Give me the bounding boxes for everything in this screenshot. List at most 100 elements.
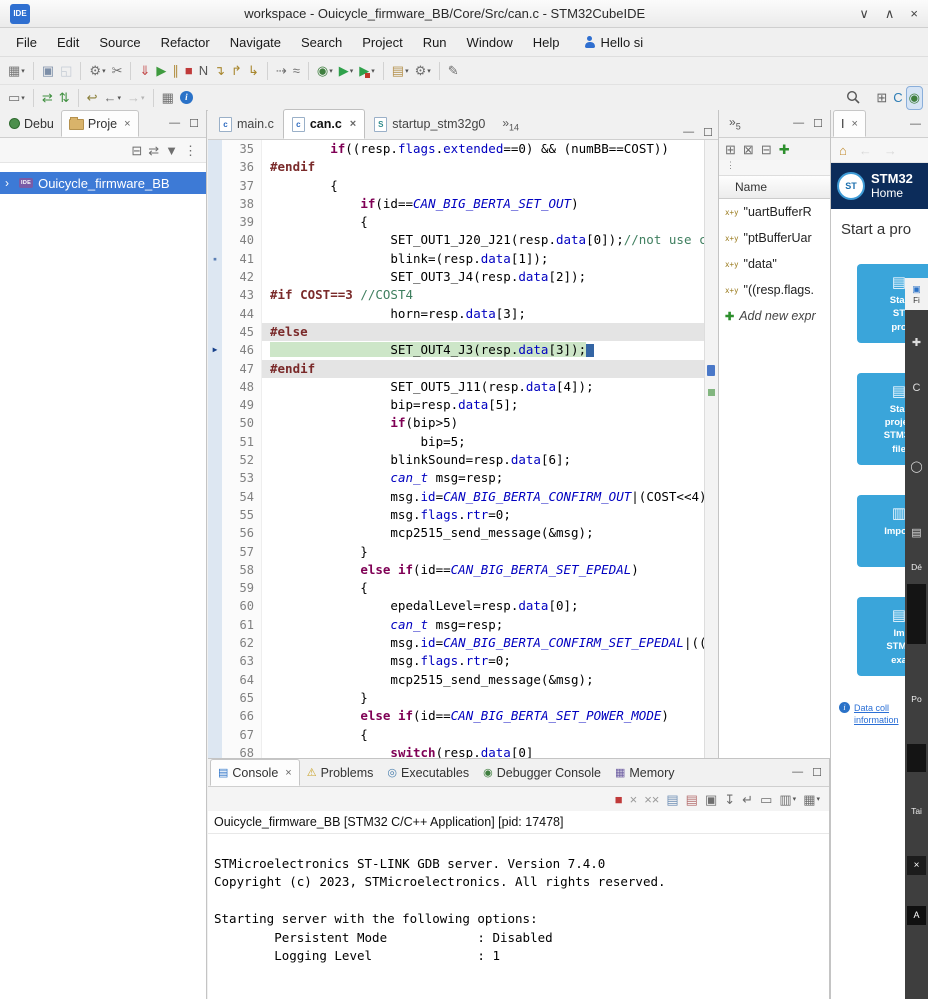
code-text[interactable]: switch(resp.data[0] (262, 744, 705, 758)
code-text[interactable]: can_t msg=resp; (262, 469, 705, 487)
expression-row[interactable]: x+y "data" (719, 251, 830, 277)
code-line-63[interactable]: 63 msg.flags.rtr=0; (208, 652, 705, 671)
show-when-stderr-button[interactable]: ▤ (684, 788, 700, 810)
code-text[interactable]: #if COST==3 //COST4 (262, 286, 705, 304)
preferences-button[interactable]: ⚙ ▾ (413, 60, 433, 82)
expander-icon[interactable]: › (5, 176, 14, 190)
menu-navigate[interactable]: Navigate (220, 31, 291, 54)
menu-edit[interactable]: Edit (47, 31, 89, 54)
debug-dropdown[interactable]: ▾ (329, 67, 333, 75)
code-line-62[interactable]: 62 msg.id=CAN_BIG_BERTA_CONFIRM_SET_EPED… (208, 634, 705, 653)
line-number[interactable]: 36 (222, 158, 262, 177)
menu-help[interactable]: Help (523, 31, 570, 54)
code-line-38[interactable]: 38 if(id==CAN_BIG_BERTA_SET_OUT) (208, 194, 705, 214)
code-text[interactable]: msg.id=CAN_BIG_BERTA_CONFIRM_OUT|(COST<<… (262, 488, 705, 506)
home-button[interactable]: ⌂ (837, 139, 849, 161)
code-text[interactable]: #endif (262, 158, 705, 176)
menu-search[interactable]: Search (291, 31, 352, 54)
tab-information-center-close[interactable]: × (851, 118, 857, 130)
code-line-58[interactable]: 58 else if(id==CAN_BIG_BERTA_SET_EPEDAL) (208, 560, 705, 580)
show-type-names-button[interactable]: ⊞ (723, 138, 738, 160)
show-logical-structure-button[interactable]: ⊠ (741, 138, 756, 160)
line-number[interactable]: 54 (222, 487, 262, 506)
maximize-button[interactable]: ☐ (813, 117, 823, 130)
run-button[interactable]: ▶ ▾ (337, 60, 356, 82)
flash-download-button[interactable]: ⇓ (137, 60, 152, 82)
close-button[interactable]: × (910, 6, 918, 22)
collapse-all-button[interactable]: ⊟ (129, 139, 144, 161)
line-number[interactable]: 63 (222, 652, 262, 671)
code-line-64[interactable]: 64 mcp2515_send_message(&msg); (208, 670, 705, 689)
scroll-lock-button[interactable]: ↧ (722, 788, 737, 810)
display-console-button[interactable]: ▥ ▾ (777, 788, 798, 810)
code-text[interactable]: if(bip>5) (262, 414, 705, 432)
code-line-60[interactable]: 60 epedalLevel=resp.data[0]; (208, 597, 705, 616)
preferences-dropdown[interactable]: ▾ (427, 67, 431, 75)
minimize-button[interactable]: — (792, 766, 803, 779)
line-number[interactable]: 42 (222, 268, 262, 287)
trim-button[interactable]: ✂ (110, 60, 125, 82)
code-line-36[interactable]: 36 #endif (208, 158, 705, 177)
menu-project[interactable]: Project (352, 31, 412, 54)
c-tool-icon[interactable]: C (905, 382, 928, 394)
maximize-button[interactable]: ∧ (885, 6, 895, 22)
clear-console-button[interactable]: ▭ (758, 788, 774, 810)
code-text[interactable]: can_t msg=resp; (262, 616, 705, 634)
code-line-67[interactable]: 67 { (208, 725, 705, 744)
line-number[interactable]: 51 (222, 432, 262, 452)
code-line-46[interactable]: ▶ 46 SET_OUT4_J3(resp.data[3]); (208, 341, 705, 360)
code-line-37[interactable]: 37 { (208, 176, 705, 195)
link-with-editor-button[interactable]: ⇄ (146, 139, 161, 161)
code-text[interactable]: SET_OUT3_J4(resp.data[2]); (262, 268, 705, 286)
back-dropdown[interactable]: ▾ (118, 94, 122, 102)
code-line-50[interactable]: 50 if(bip>5) (208, 414, 705, 433)
maximize-button[interactable]: ☐ (703, 126, 713, 139)
save-button[interactable]: ▣ (40, 60, 56, 82)
forward-button[interactable]: → (882, 139, 899, 161)
external-tools-dropdown[interactable]: ▾ (371, 67, 375, 75)
expression-row[interactable]: x+y "uartBufferR (719, 199, 830, 225)
code-line-49[interactable]: 49 bip=resp.data[5]; (208, 396, 705, 415)
line-number[interactable]: 64 (222, 670, 262, 689)
expression-row[interactable]: x+y "((resp.flags. (719, 277, 830, 303)
line-number[interactable]: 35 (222, 140, 262, 159)
instruction-pointer-icon[interactable]: ▶ (208, 341, 222, 360)
code-text[interactable]: msg.id=CAN_BIG_BERTA_CONFIRM_SET_EPEDAL|… (262, 634, 705, 652)
code-text[interactable]: { (262, 213, 705, 231)
view-menu-icon[interactable]: ⋮ (719, 160, 830, 175)
overview-marker-occurrence[interactable] (708, 389, 715, 396)
code-line-44[interactable]: 44 horn=resp.data[3]; (208, 304, 705, 323)
code-text[interactable]: blink=(resp.data[1]); (262, 250, 705, 268)
word-wrap-button[interactable]: ↵ (740, 788, 755, 810)
code-line-65[interactable]: 65 } (208, 688, 705, 708)
code-line-35[interactable]: 35 if((resp.flags.extended==0) && (numBB… (208, 140, 705, 159)
minimize-button[interactable]: — (793, 117, 804, 130)
circle-tool-icon[interactable]: ◯ (905, 460, 928, 473)
code-text[interactable]: msg.flags.rtr=0; (262, 506, 705, 524)
expression-row[interactable]: x+y "ptBufferUar (719, 225, 830, 251)
back-button[interactable]: ← (857, 139, 874, 161)
code-line-41[interactable]: ▪ 41 blink=(resp.data[1]); (208, 249, 705, 269)
open-element-button[interactable]: ▦ (160, 87, 176, 109)
console-tab-close[interactable]: × (285, 767, 291, 779)
use-step-filters-button[interactable]: ≈ (291, 60, 302, 82)
cpp-perspective-button[interactable]: C (891, 87, 904, 109)
external-tools-button[interactable]: ▶ ▾ (357, 60, 377, 82)
tab-project-explorer-close[interactable]: × (124, 118, 130, 130)
move-tool-icon[interactable]: ✚ (905, 336, 928, 349)
tab-executables[interactable]: ◎ Executables (380, 759, 476, 786)
code-text[interactable]: blinkSound=resp.data[6]; (262, 451, 705, 469)
code-line-43[interactable]: 43 #if COST==3 //COST4 (208, 286, 705, 305)
code-line-42[interactable]: 42 SET_OUT3_J4(resp.data[2]); (208, 268, 705, 287)
prev-annotation-button[interactable]: ⇅ (57, 87, 72, 109)
code-line-68[interactable]: 68 switch(resp.data[0] (208, 743, 705, 758)
remove-all-terminated-button[interactable]: ×× (642, 788, 661, 810)
strip-close-button[interactable]: × (907, 856, 926, 875)
code-text[interactable]: if((resp.flags.extended==0) && (numBB==C… (262, 140, 705, 158)
line-number[interactable]: 47 (222, 359, 262, 378)
view-menu-button[interactable]: ⋮ (182, 139, 199, 161)
tab-memory[interactable]: ▦ Memory (608, 759, 682, 786)
code-text[interactable]: } (262, 689, 705, 707)
filter-button[interactable]: ▼ (163, 139, 180, 161)
maximize-button[interactable]: ☐ (189, 117, 199, 130)
